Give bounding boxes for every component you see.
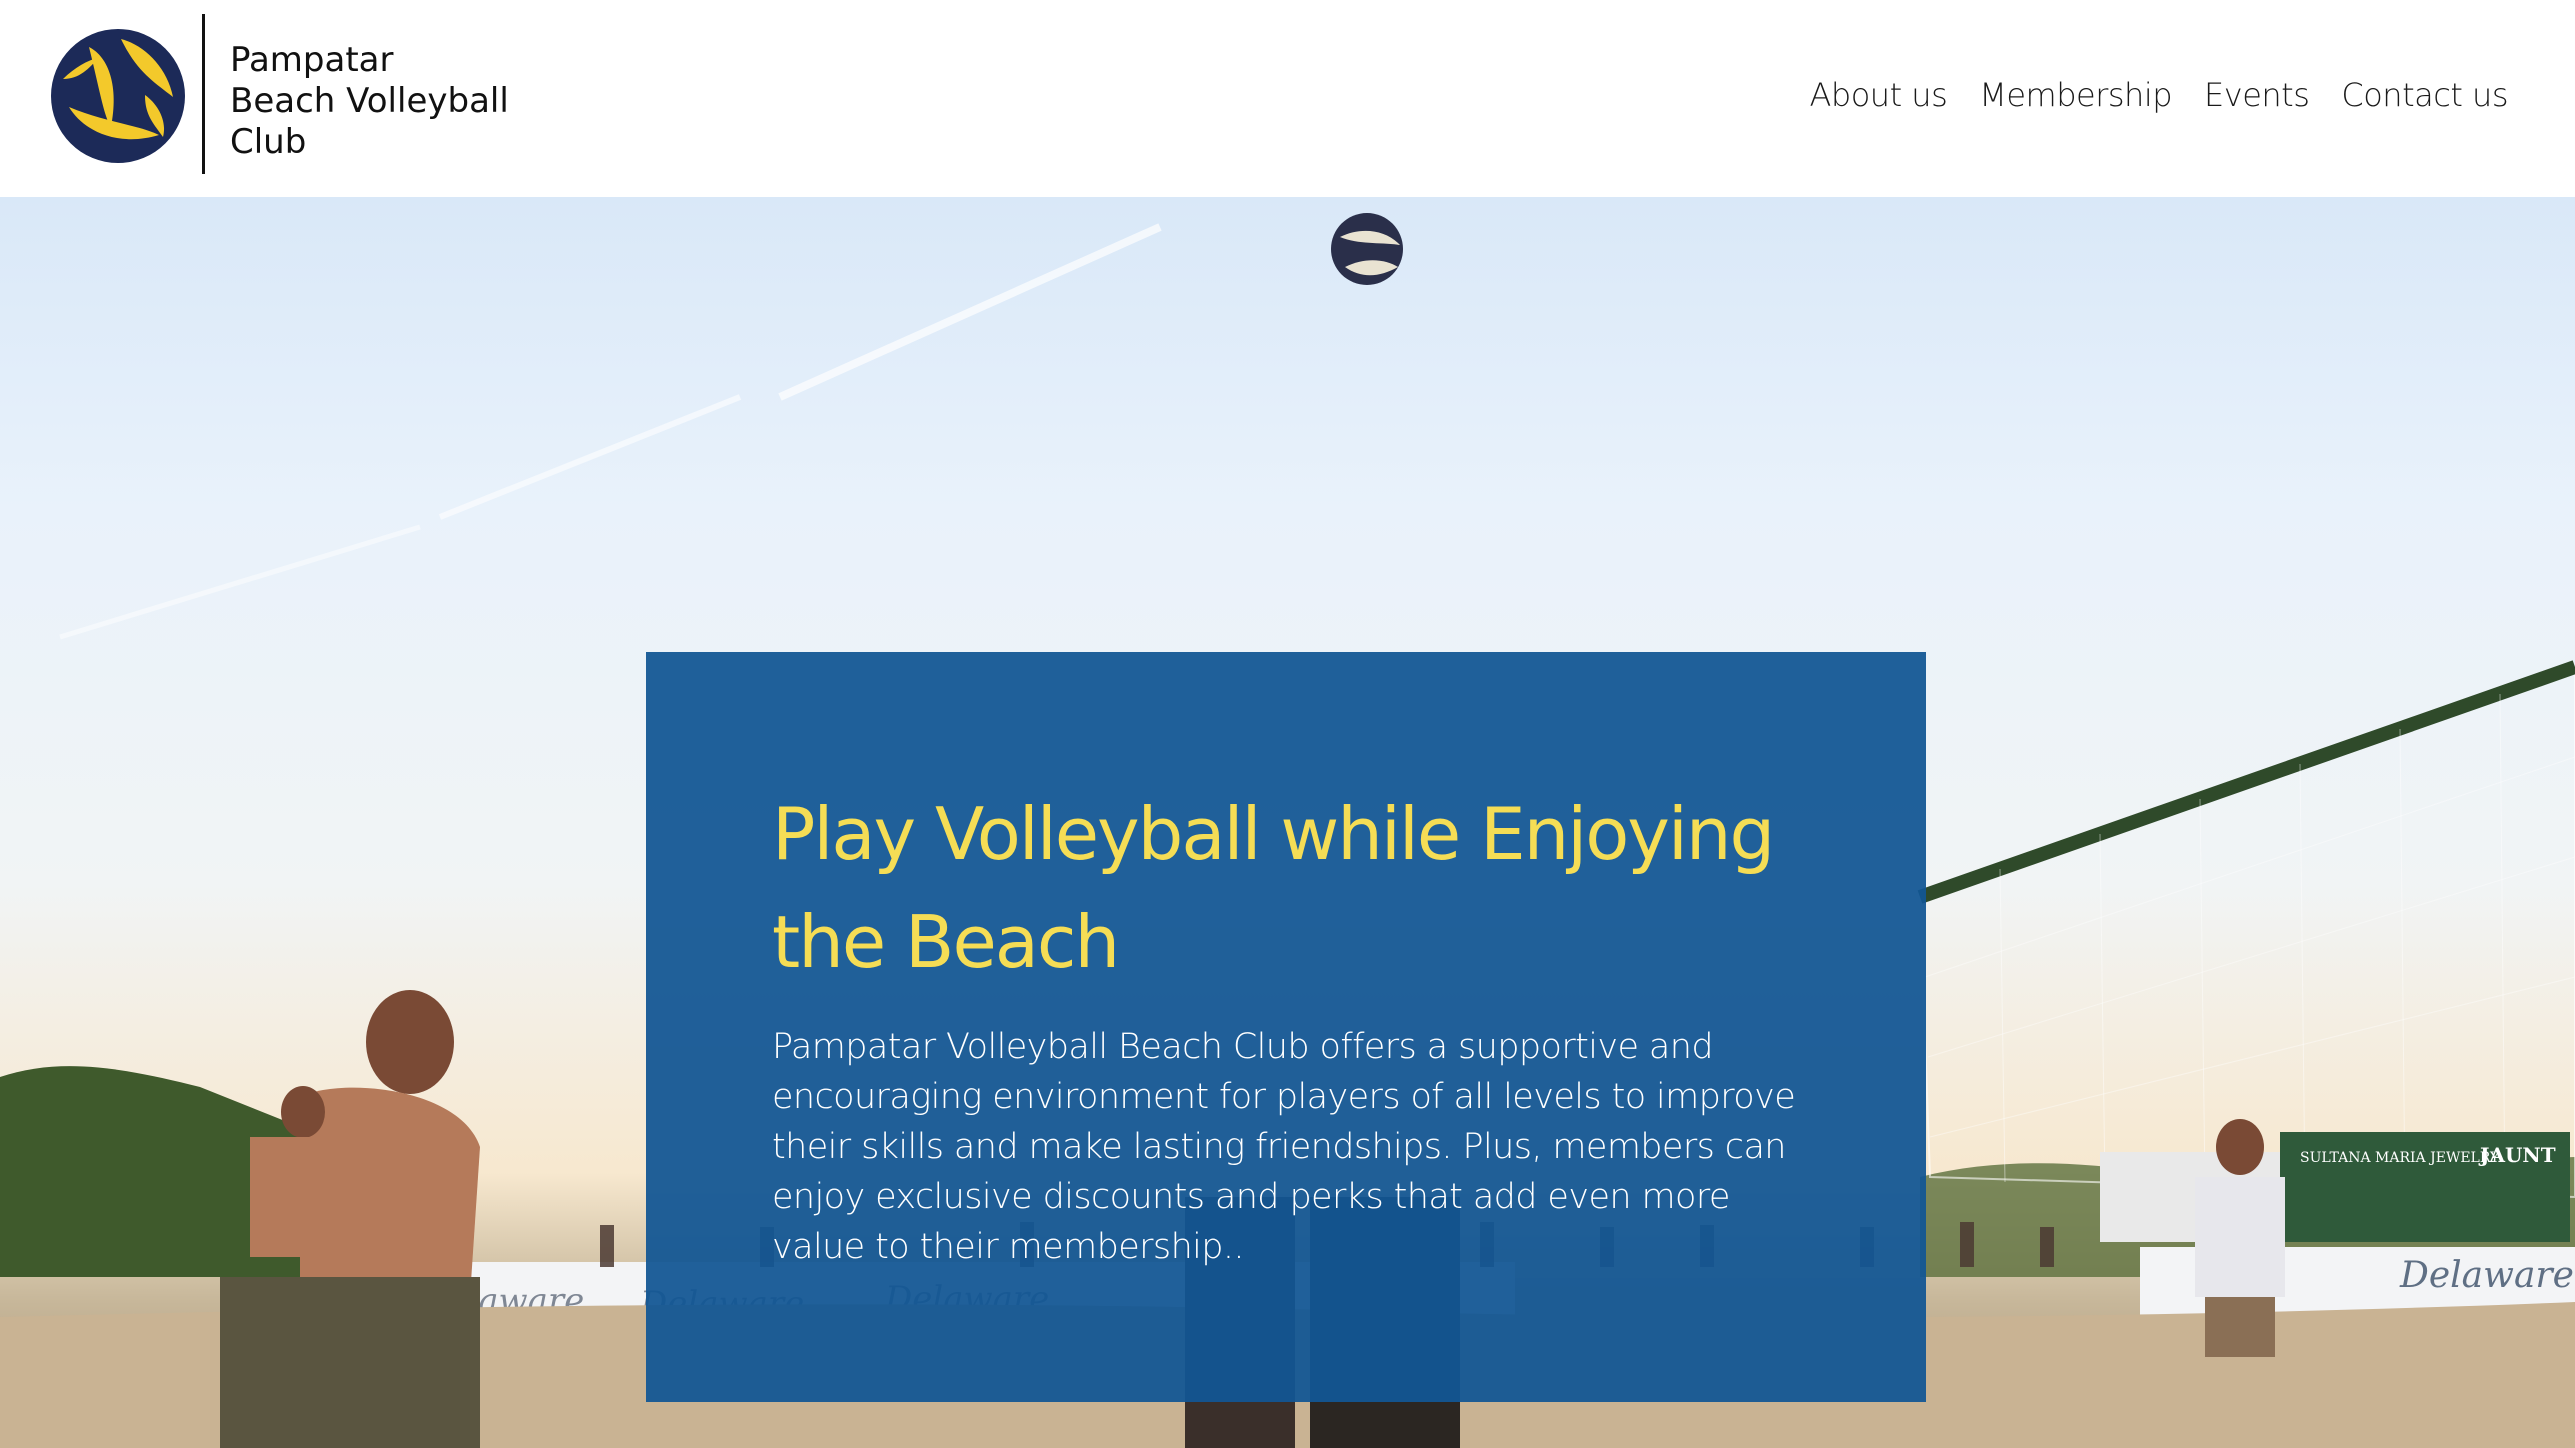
volleyball-icon xyxy=(1331,213,1403,285)
volleyball-logo-icon[interactable] xyxy=(49,27,187,165)
tent-sign: SULTANA MARIA JEWELRY xyxy=(2300,1150,2500,1166)
nav-about-us[interactable]: About us xyxy=(1810,76,1948,114)
banner-text: Delaware xyxy=(2399,1255,2574,1296)
nav-membership[interactable]: Membership xyxy=(1979,76,2172,114)
contrail xyxy=(438,394,742,520)
contrail xyxy=(778,223,1162,401)
hero-card: Play Volleyball while Enjoying the Beach… xyxy=(646,652,1926,1402)
tent-sign: JAUNT xyxy=(2478,1143,2556,1167)
nav-events[interactable]: Events xyxy=(2204,76,2310,114)
brand-name[interactable]: Pampatar Beach Volleyball Club xyxy=(230,40,509,163)
hero-description: Pampatar Volleyball Beach Club offers a … xyxy=(772,1027,1796,1267)
nav-contact-us[interactable]: Contact us xyxy=(2341,76,2508,114)
hero-title: Play Volleyball while Enjoying the Beach xyxy=(772,792,1775,984)
hero-section: Delaware Delaware Delaware Delaware SULT… xyxy=(0,197,2575,1448)
logo-divider xyxy=(202,14,205,174)
main-nav: About us Membership Events Contact us xyxy=(1810,76,2509,114)
contrail xyxy=(59,524,421,640)
site-header: Pampatar Beach Volleyball Club About us … xyxy=(0,0,2575,197)
volleyball-net xyxy=(1917,660,2575,1199)
